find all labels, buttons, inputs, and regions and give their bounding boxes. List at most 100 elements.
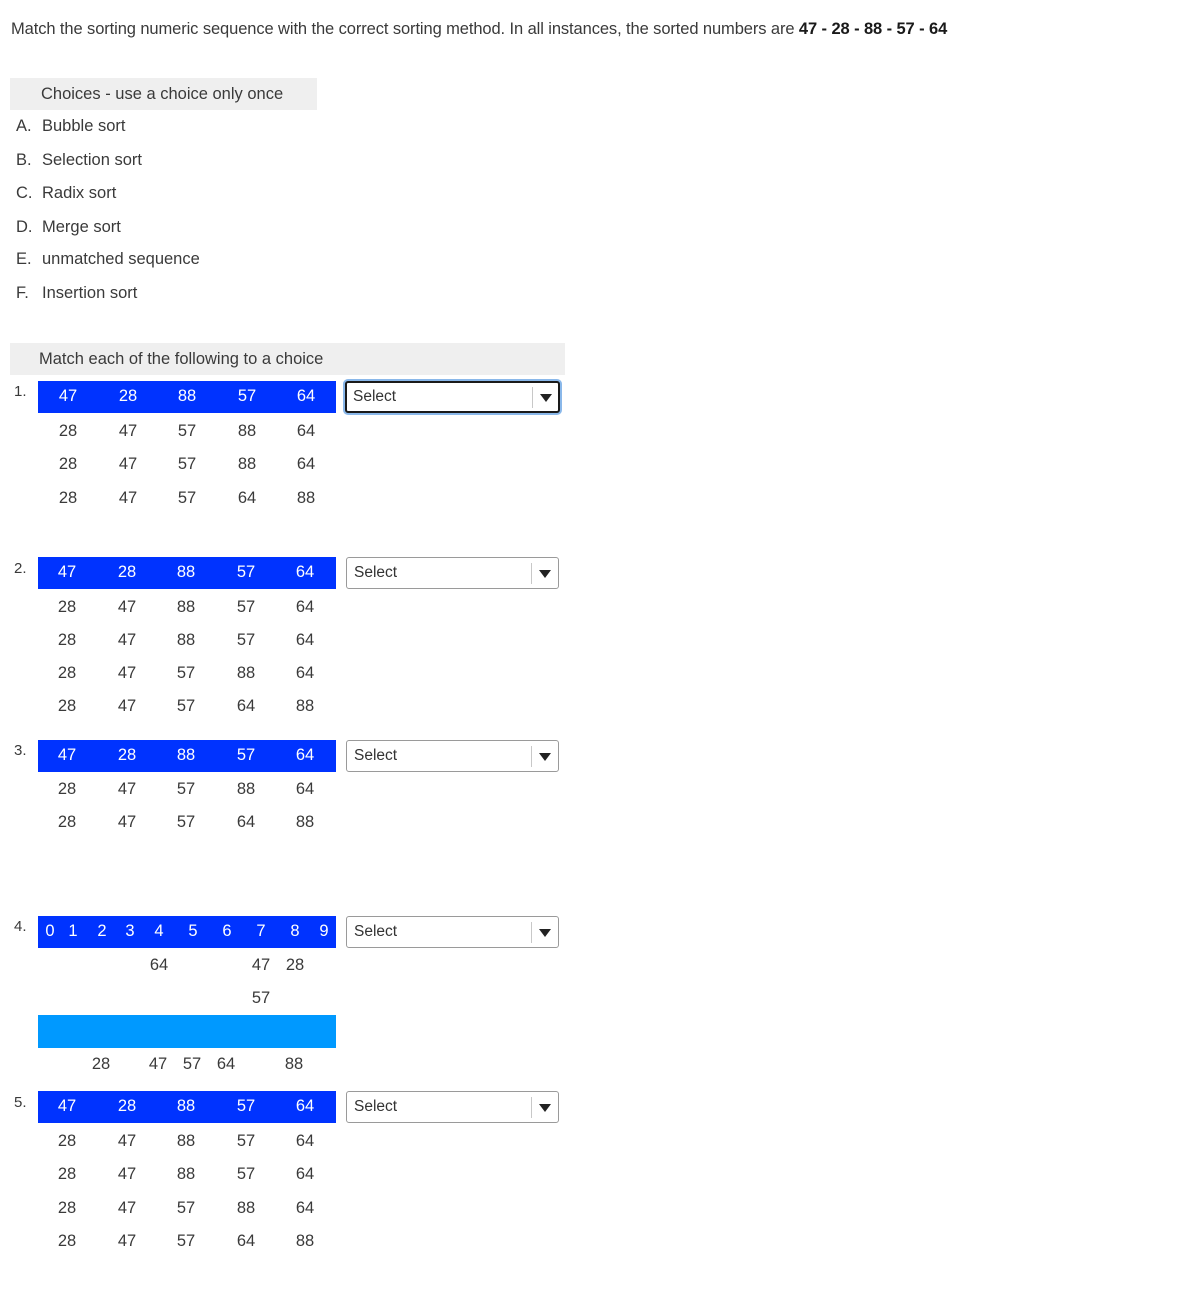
select-divider <box>531 746 532 767</box>
sequence-initial-row: 47 28 88 57 64 <box>38 740 336 772</box>
sequence-step-row: 28 47 57 88 64 <box>38 455 336 479</box>
sequence-cell: 47 <box>57 746 77 764</box>
bucket-label: 1 <box>68 922 78 940</box>
chevron-down-icon[interactable] <box>539 570 551 578</box>
bucket-label: 0 <box>45 922 55 940</box>
question-number: 2. <box>14 560 27 577</box>
sequence-cell: 64 <box>295 1097 315 1115</box>
bucket-label: 6 <box>222 922 232 940</box>
sequence-cell: 88 <box>237 422 257 440</box>
sequence-cell: 28 <box>57 1165 77 1184</box>
sequence-cell: 64 <box>236 813 256 831</box>
sequence-cell: 88 <box>236 780 256 798</box>
bucket-divider-bar <box>38 1015 336 1048</box>
result-value: 28 <box>91 1055 111 1073</box>
sequence-cell: 47 <box>117 780 137 798</box>
sequence-cell: 28 <box>57 598 77 616</box>
chevron-down-icon[interactable] <box>539 753 551 761</box>
sequence-cell: 28 <box>58 455 78 474</box>
choice-select-1[interactable]: Select <box>345 381 560 413</box>
sequence-cell: 28 <box>57 664 77 682</box>
sequence-cell: 64 <box>295 780 315 798</box>
sequence-cell: 64 <box>295 563 315 581</box>
sequence-cell: 57 <box>177 488 197 507</box>
chevron-down-icon[interactable] <box>539 929 551 937</box>
sequence-cell: 88 <box>176 598 196 616</box>
sequence-cell: 47 <box>117 598 137 616</box>
sequence-cell: 28 <box>117 1097 137 1115</box>
sequence-cell: 57 <box>177 422 197 440</box>
sequence-cell: 28 <box>117 563 137 581</box>
select-divider <box>531 1097 532 1118</box>
choice-a: A. Bubble sort <box>16 117 125 136</box>
sequence-cell: 47 <box>57 563 77 581</box>
instructions-text: Match the sorting numeric sequence with … <box>11 20 799 38</box>
choice-b: B. Selection sort <box>16 151 142 170</box>
sequence-step-row: 28 47 57 64 88 <box>38 697 336 721</box>
sequence-cell: 28 <box>57 1198 77 1217</box>
sequence-cell: 47 <box>117 697 137 715</box>
select-value: Select <box>354 747 398 764</box>
select-divider <box>531 563 532 584</box>
sequence-cell: 57 <box>176 664 196 682</box>
sequence-cell: 47 <box>117 1198 137 1217</box>
sequence-cell: 28 <box>57 780 77 798</box>
bucket-value: 28 <box>285 956 305 974</box>
sequence-cell: 57 <box>236 746 256 764</box>
sequence-cell: 64 <box>295 1198 315 1217</box>
sequence-cell: 47 <box>117 1165 137 1184</box>
sequence-step-row: 28 47 57 88 64 <box>38 780 336 804</box>
bucket-label: 9 <box>319 922 329 940</box>
choice-select-3[interactable]: Select <box>346 740 559 772</box>
sequence-cell: 88 <box>176 1097 196 1115</box>
sequence-cell: 57 <box>236 1132 256 1150</box>
bucket-header-row: 0123456789 <box>38 916 336 948</box>
choice-f: F. Insertion sort <box>16 284 137 303</box>
sequence-cell: 47 <box>117 813 137 831</box>
sequence-cell: 28 <box>118 387 138 405</box>
bucket-label: 5 <box>188 922 198 940</box>
sequence-cell: 88 <box>296 488 316 507</box>
sequence-cell: 64 <box>296 387 316 405</box>
bucket-label: 4 <box>154 922 164 940</box>
sequence-initial-row: 47 28 88 57 64 <box>38 381 336 413</box>
sequence-step-row: 28 47 57 64 88 <box>38 813 336 837</box>
choice-select-4[interactable]: Select <box>346 916 559 948</box>
sorted-sequence: 47 - 28 - 88 - 57 - 64 <box>798 20 948 38</box>
sequence-cell: 88 <box>176 1165 196 1184</box>
sequence-cell: 57 <box>176 1198 196 1217</box>
sequence-cell: 47 <box>117 1132 137 1150</box>
choice-select-2[interactable]: Select <box>346 557 559 589</box>
sequence-cell: 88 <box>176 1132 196 1150</box>
sequence-cell: 28 <box>57 1231 77 1250</box>
bucket-value: 64 <box>149 956 169 974</box>
sequence-initial-row: 47 28 88 57 64 <box>38 557 336 589</box>
match-header: Match each of the following to a choice <box>10 343 565 375</box>
choice-select-5[interactable]: Select <box>346 1091 559 1123</box>
sequence-cell: 28 <box>57 1132 77 1150</box>
result-value: 64 <box>216 1055 236 1073</box>
sequence-step-row: 28 47 57 88 64 <box>38 1199 336 1223</box>
sequence-cell: 64 <box>295 746 315 764</box>
choice-label: Bubble sort <box>42 117 126 135</box>
sequence-cell: 47 <box>118 488 138 507</box>
sequence-cell: 88 <box>176 563 196 581</box>
choice-letter: F. <box>16 284 29 302</box>
sequence-cell: 47 <box>57 1097 77 1115</box>
select-value: Select <box>353 388 397 405</box>
sequence-step-row: 28 47 88 57 64 <box>38 1165 336 1189</box>
sequence-cell: 47 <box>117 1231 137 1250</box>
sequence-cell: 57 <box>236 1165 256 1184</box>
sequence-cell: 28 <box>57 697 77 715</box>
choice-label: unmatched sequence <box>42 250 200 268</box>
select-value: Select <box>354 564 398 581</box>
choice-label: Insertion sort <box>42 284 138 302</box>
question-number: 4. <box>14 918 27 935</box>
sequence-cell: 88 <box>236 664 256 682</box>
sequence-cell: 47 <box>117 664 137 682</box>
sequence-cell: 57 <box>236 563 256 581</box>
chevron-down-icon[interactable] <box>540 394 552 402</box>
chevron-down-icon[interactable] <box>539 1104 551 1112</box>
choice-e: E. unmatched sequence <box>16 250 200 269</box>
choice-label: Selection sort <box>42 151 142 169</box>
